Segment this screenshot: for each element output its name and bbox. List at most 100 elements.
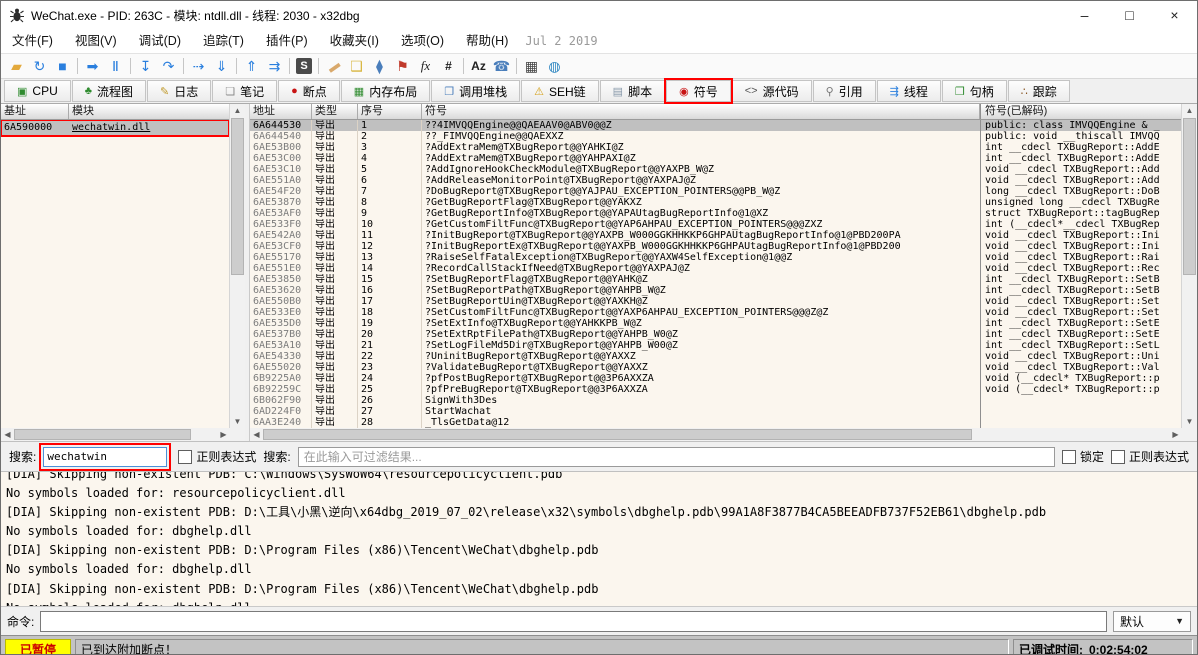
tab-references[interactable]: ⚲引用 bbox=[813, 80, 876, 102]
tab-notes[interactable]: ❏笔记 bbox=[212, 80, 277, 102]
symbol-row[interactable]: 6AE533E0导出18?SetCustomFiltFunc@TXBugRepo… bbox=[250, 307, 1181, 318]
symbol-filter-input[interactable] bbox=[298, 447, 1055, 467]
tab-trace[interactable]: ∴跟踪 bbox=[1008, 80, 1070, 102]
symbol-row[interactable]: 6AE53C00导出4?AddExtraMem@TXBugReport@@YAH… bbox=[250, 153, 1181, 164]
close-button[interactable]: × bbox=[1152, 1, 1197, 29]
open-folder-icon[interactable]: ▰ bbox=[5, 55, 28, 77]
module-search-input[interactable] bbox=[43, 447, 167, 467]
filter-regex-checkbox[interactable] bbox=[1111, 450, 1125, 464]
module-column-header[interactable]: 模块 bbox=[69, 104, 229, 119]
scroll-down-arrow-icon[interactable]: ▼ bbox=[230, 415, 245, 428]
symbol-row[interactable]: 6AE53620导出16?SetBugReportPath@TXBugRepor… bbox=[250, 285, 1181, 296]
scrollbar-thumb[interactable] bbox=[14, 429, 191, 440]
stop-icon[interactable]: ■ bbox=[51, 55, 74, 77]
symbol-row[interactable]: 6AE537B0导出20?SetExtRptFilePath@TXBugRepo… bbox=[250, 329, 1181, 340]
symbol-row[interactable]: 6AE535D0导出19?SetExtInfo@TXBugReport@@YAH… bbox=[250, 318, 1181, 329]
scroll-right-arrow-icon[interactable]: ▶ bbox=[1169, 430, 1182, 439]
filter-regex-checkbox-group[interactable]: 正则表达式 bbox=[1111, 448, 1189, 465]
symbol-row[interactable]: 6AE551E0导出14?RecordCallStackIfNeed@TXBug… bbox=[250, 263, 1181, 274]
menu-item-3[interactable]: 调试(D) bbox=[128, 29, 192, 53]
symbol-row[interactable]: 6AE542A0导出11?InitBugReport@TXBugReport@@… bbox=[250, 230, 1181, 241]
menu-item-2[interactable]: 视图(V) bbox=[64, 29, 128, 53]
symbol-column-header[interactable]: 类型 bbox=[312, 104, 358, 119]
menu-item-5[interactable]: 插件(P) bbox=[255, 29, 319, 53]
tab-breakpoints[interactable]: ●断点 bbox=[278, 80, 340, 102]
symbol-row[interactable]: 6AE54F20导出7?DoBugReport@TXBugReport@@YAJ… bbox=[250, 186, 1181, 197]
symbol-row[interactable]: 6A644530导出1??4IMVQQEngine@@QAEAAV0@ABV0@… bbox=[250, 120, 1181, 131]
menu-item-1[interactable]: 文件(F) bbox=[1, 29, 64, 53]
tab-threads[interactable]: ⇶线程 bbox=[877, 80, 941, 102]
regex-checkbox-group[interactable]: 正则表达式 bbox=[178, 448, 256, 465]
symbol-row[interactable]: 6B9225A0导出24?pfPostBugReport@TXBugReport… bbox=[250, 373, 1181, 384]
run-to-user-code-icon[interactable]: ⇑ bbox=[240, 55, 263, 77]
hash-icon[interactable]: # bbox=[437, 55, 460, 77]
regex-checkbox[interactable] bbox=[178, 450, 192, 464]
modules-vertical-scrollbar[interactable]: ▲ ▼ bbox=[229, 104, 245, 428]
tab-script[interactable]: ▤脚本 bbox=[600, 80, 665, 102]
symbol-row[interactable]: 6AE54330导出22?UninitBugReport@TXBugReport… bbox=[250, 351, 1181, 362]
menu-item-8[interactable]: 帮助(H) bbox=[455, 29, 519, 53]
minimize-button[interactable]: – bbox=[1062, 1, 1107, 29]
symbol-row[interactable]: 6AE53CF0导出12?InitBugReportEx@TXBugReport… bbox=[250, 241, 1181, 252]
command-profile-dropdown[interactable]: 默认 ▼ bbox=[1113, 611, 1191, 632]
step-out-icon[interactable]: ⇓ bbox=[210, 55, 233, 77]
tab-cpu[interactable]: ▣CPU bbox=[4, 80, 71, 102]
symbol-row[interactable]: 6AE53AF0导出9?GetBugReportInfo@TXBugReport… bbox=[250, 208, 1181, 219]
lock-checkbox[interactable] bbox=[1062, 450, 1076, 464]
attach-icon[interactable]: ⇉ bbox=[263, 55, 286, 77]
scroll-left-arrow-icon[interactable]: ◀ bbox=[1, 430, 14, 439]
run-icon[interactable]: ➡ bbox=[81, 55, 104, 77]
symbols-vertical-scrollbar[interactable]: ▲ ▼ bbox=[1181, 104, 1197, 428]
bookmarks-icon[interactable]: ⚑ bbox=[391, 55, 414, 77]
title-bar[interactable]: WeChat.exe - PID: 263C - 模块: ntdll.dll -… bbox=[1, 1, 1197, 29]
scroll-down-arrow-icon[interactable]: ▼ bbox=[1182, 415, 1197, 428]
pause-icon[interactable]: Ⅱ bbox=[104, 55, 127, 77]
comments-icon[interactable]: ❑ bbox=[345, 55, 368, 77]
scroll-right-arrow-icon[interactable]: ▶ bbox=[217, 430, 230, 439]
tab-log[interactable]: ✎日志 bbox=[147, 80, 211, 102]
scroll-up-arrow-icon[interactable]: ▲ bbox=[1182, 104, 1197, 117]
symbol-column-header[interactable]: 地址 bbox=[250, 104, 312, 119]
symbol-row[interactable]: 6AE533F0导出10?GetCustomFiltFunc@TXBugRepo… bbox=[250, 219, 1181, 230]
tab-call-stack[interactable]: ❐调用堆栈 bbox=[431, 80, 520, 102]
symbol-row[interactable]: 6B062F90导出26SignWith3Des bbox=[250, 395, 1181, 406]
scroll-left-arrow-icon[interactable]: ◀ bbox=[250, 430, 263, 439]
menu-item-6[interactable]: 收藏夹(I) bbox=[319, 29, 390, 53]
menu-item-4[interactable]: 追踪(T) bbox=[192, 29, 255, 53]
tab-seh[interactable]: ⚠SEH链 bbox=[521, 80, 599, 102]
calculator-icon[interactable]: ▦ bbox=[520, 55, 543, 77]
restart-icon[interactable]: ↻ bbox=[28, 55, 51, 77]
command-input[interactable] bbox=[40, 611, 1107, 632]
scrollbar-thumb[interactable] bbox=[1183, 118, 1196, 275]
symbol-column-header[interactable]: 序号 bbox=[358, 104, 422, 119]
labels-icon[interactable]: ⧫ bbox=[368, 55, 391, 77]
symbol-row[interactable]: 6AE53B00导出3?AddExtraMem@TXBugReport@@YAH… bbox=[250, 142, 1181, 153]
source-mode-icon[interactable]: S bbox=[296, 58, 312, 74]
module-row[interactable]: 6A590000wechatwin.dll bbox=[1, 120, 229, 136]
symbol-row[interactable]: 6AE550B0导出17?SetBugReportUin@TXBugReport… bbox=[250, 296, 1181, 307]
tab-source[interactable]: <>源代码 bbox=[732, 80, 812, 102]
functions-icon[interactable]: fx bbox=[414, 55, 437, 77]
symbols-horizontal-scrollbar[interactable]: ◀ ▶ bbox=[250, 428, 1182, 441]
tab-graph[interactable]: ♣流程图 bbox=[72, 80, 146, 102]
symbol-log-output[interactable]: [DIA] Skipping non-existent PDB: C:\Wind… bbox=[1, 471, 1197, 606]
symbol-row[interactable]: 6AE53A10导出21?SetLogFileMd5Dir@TXBugRepor… bbox=[250, 340, 1181, 351]
tab-memory-map[interactable]: ▦内存布局 bbox=[341, 80, 430, 102]
symbol-row[interactable]: 6AE551A0导出6?AddReleaseMonitorPoint@TXBug… bbox=[250, 175, 1181, 186]
symbol-row[interactable]: 6AE53870导出8?GetBugReportFlag@TXBugReport… bbox=[250, 197, 1181, 208]
modules-horizontal-scrollbar[interactable]: ◀ ▶ bbox=[1, 428, 230, 441]
tab-handles[interactable]: ❒句柄 bbox=[942, 80, 1007, 102]
globe-icon[interactable]: ◍ bbox=[543, 55, 566, 77]
step-into-icon[interactable]: ↧ bbox=[134, 55, 157, 77]
symbol-row[interactable]: 6AE55020导出23?ValidateBugReport@TXBugRepo… bbox=[250, 362, 1181, 373]
symbol-row[interactable]: 6AE53C10导出5?AddIgnoreHookCheckModule@TXB… bbox=[250, 164, 1181, 175]
scrollbar-thumb[interactable] bbox=[263, 429, 972, 440]
symbol-row[interactable]: 6AE55170导出13?RaiseSelfFatalException@TXB… bbox=[250, 252, 1181, 263]
scroll-up-arrow-icon[interactable]: ▲ bbox=[230, 104, 245, 117]
symbol-row[interactable]: 6AA3E240导出28_TlsGetData@12 bbox=[250, 417, 1181, 428]
step-over-icon[interactable]: ↷ bbox=[157, 55, 180, 77]
symbol-column-header[interactable]: 符号(已解码) bbox=[980, 104, 1181, 119]
menu-item-7[interactable]: 选项(O) bbox=[390, 29, 455, 53]
tab-symbols[interactable]: ◉符号 bbox=[666, 80, 731, 102]
symbol-row[interactable]: 6AD224F0导出27StartWachat bbox=[250, 406, 1181, 417]
